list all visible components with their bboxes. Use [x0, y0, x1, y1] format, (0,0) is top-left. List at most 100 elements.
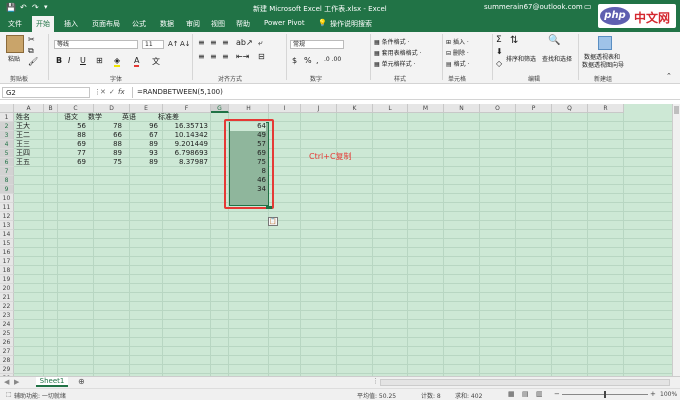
- ribbon-display-icon[interactable]: ▭: [584, 2, 592, 11]
- wrap-text-icon[interactable]: ⤶: [258, 38, 262, 48]
- cell-style-button[interactable]: ▦ 单元格样式 ·: [374, 59, 415, 68]
- undo-icon[interactable]: ↶: [20, 3, 27, 12]
- row-header[interactable]: 11: [0, 203, 14, 212]
- formula-input[interactable]: =RANDBETWEEN(5,100): [132, 87, 678, 98]
- table-cell[interactable]: 王大: [16, 122, 30, 131]
- find-select-label[interactable]: 查找和选择: [542, 54, 572, 63]
- table-cell[interactable]: 王四: [16, 149, 30, 158]
- font-name-box[interactable]: 等线: [54, 40, 138, 49]
- zoom-level[interactable]: 100%: [660, 391, 677, 398]
- row-header[interactable]: 1: [0, 113, 14, 122]
- row-header[interactable]: 20: [0, 284, 14, 293]
- row-header[interactable]: 10: [0, 194, 14, 203]
- save-icon[interactable]: 💾: [6, 3, 16, 12]
- row-header[interactable]: 6: [0, 158, 14, 167]
- sheet-tab-sheet1[interactable]: Sheet1: [36, 377, 68, 387]
- paste-options-icon[interactable]: 📋: [268, 217, 278, 226]
- prev-sheet-icon[interactable]: ◀: [4, 378, 9, 386]
- row-header[interactable]: 22: [0, 302, 14, 311]
- column-header[interactable]: E: [130, 104, 163, 113]
- row-header[interactable]: 7: [0, 167, 14, 176]
- header-cell[interactable]: 语文: [64, 113, 78, 122]
- delete-button[interactable]: ⊟ 删除 ·: [446, 48, 469, 57]
- new-sheet-icon[interactable]: ⊕: [78, 377, 85, 386]
- table-cell[interactable]: 10.14342: [168, 131, 208, 140]
- vertical-scrollbar[interactable]: [672, 104, 680, 376]
- row-header[interactable]: 8: [0, 176, 14, 185]
- column-header[interactable]: G: [211, 104, 229, 113]
- table-cell[interactable]: 69: [46, 140, 86, 149]
- format-button[interactable]: ▤ 格式 ·: [446, 59, 469, 68]
- table-cell[interactable]: 69: [46, 158, 86, 167]
- customize-qat-icon[interactable]: ▾: [44, 3, 48, 11]
- tab-insert[interactable]: 插入: [64, 19, 78, 29]
- row-header[interactable]: 2: [0, 122, 14, 131]
- table-cell[interactable]: 王三: [16, 140, 30, 149]
- redo-icon[interactable]: ↷: [32, 3, 39, 12]
- select-all-corner[interactable]: [0, 104, 14, 113]
- column-header[interactable]: B: [44, 104, 58, 113]
- phonetic-icon[interactable]: 文: [152, 56, 160, 67]
- page-layout-view-icon[interactable]: ▤: [522, 390, 529, 398]
- fx-icon[interactable]: fx: [118, 88, 125, 96]
- decimal-icon[interactable]: .0 .00: [324, 56, 341, 63]
- row-header[interactable]: 16: [0, 248, 14, 257]
- table-cell[interactable]: 王二: [16, 131, 30, 140]
- column-header[interactable]: F: [163, 104, 211, 113]
- column-header[interactable]: K: [337, 104, 373, 113]
- row-header[interactable]: 15: [0, 239, 14, 248]
- sort-filter-label[interactable]: 排序和筛选: [506, 54, 536, 63]
- row-header[interactable]: 5: [0, 149, 14, 158]
- column-header[interactable]: P: [516, 104, 552, 113]
- align-right-icon[interactable]: ≡: [222, 52, 229, 61]
- row-header[interactable]: 23: [0, 311, 14, 320]
- tab-data[interactable]: 数据: [160, 19, 174, 29]
- percent-icon[interactable]: %: [304, 56, 312, 65]
- fill-icon[interactable]: ⬇: [496, 47, 503, 56]
- column-header[interactable]: R: [588, 104, 624, 113]
- shrink-font-icon[interactable]: A↓: [180, 40, 191, 48]
- tab-home[interactable]: 开始: [32, 16, 54, 32]
- tab-file[interactable]: 文件: [8, 19, 22, 29]
- row-header[interactable]: 25: [0, 329, 14, 338]
- align-center-icon[interactable]: ≡: [210, 52, 217, 61]
- column-header[interactable]: O: [480, 104, 516, 113]
- tab-view[interactable]: 视图: [211, 19, 225, 29]
- row-header[interactable]: 28: [0, 356, 14, 365]
- comma-icon[interactable]: ,: [316, 56, 319, 65]
- table-cell[interactable]: 89: [82, 149, 122, 158]
- table-cell[interactable]: 66: [82, 131, 122, 140]
- column-header[interactable]: M: [408, 104, 444, 113]
- table-cell[interactable]: 王五: [16, 158, 30, 167]
- row-header[interactable]: 17: [0, 257, 14, 266]
- insert-button[interactable]: ⊞ 插入 ·: [446, 37, 469, 46]
- borders-icon[interactable]: ⊞: [96, 56, 103, 65]
- tab-review[interactable]: 审阅: [186, 19, 200, 29]
- table-cell[interactable]: 93: [118, 149, 158, 158]
- sheet-scroll-options-icon[interactable]: ⋮: [372, 377, 379, 385]
- table-cell[interactable]: 77: [46, 149, 86, 158]
- header-cell[interactable]: 数学: [88, 113, 102, 122]
- row-header[interactable]: 3: [0, 131, 14, 140]
- zoom-out-icon[interactable]: −: [554, 390, 560, 398]
- bold-icon[interactable]: B: [56, 56, 62, 65]
- collapse-ribbon-icon[interactable]: ⌃: [666, 72, 672, 80]
- table-cell[interactable]: 9.201449: [168, 140, 208, 149]
- zoom-in-icon[interactable]: +: [650, 390, 656, 398]
- align-top-icon[interactable]: ≡: [198, 38, 205, 47]
- cond-format-button[interactable]: ▦ 条件格式 ·: [374, 37, 409, 46]
- table-cell[interactable]: 88: [46, 131, 86, 140]
- align-left-icon[interactable]: ≡: [198, 52, 205, 61]
- pivot-wizard-icon[interactable]: [598, 36, 612, 50]
- column-header[interactable]: I: [269, 104, 301, 113]
- row-header[interactable]: 19: [0, 275, 14, 284]
- format-painter-icon[interactable]: 🖌: [28, 57, 38, 66]
- scroll-thumb[interactable]: [674, 106, 679, 114]
- tab-formulas[interactable]: 公式: [132, 19, 146, 29]
- column-header[interactable]: D: [94, 104, 130, 113]
- next-sheet-icon[interactable]: ▶: [14, 378, 19, 386]
- paste-icon[interactable]: [6, 35, 24, 53]
- column-header[interactable]: N: [444, 104, 480, 113]
- row-header[interactable]: 18: [0, 266, 14, 275]
- orientation-icon[interactable]: ab↗: [236, 38, 253, 47]
